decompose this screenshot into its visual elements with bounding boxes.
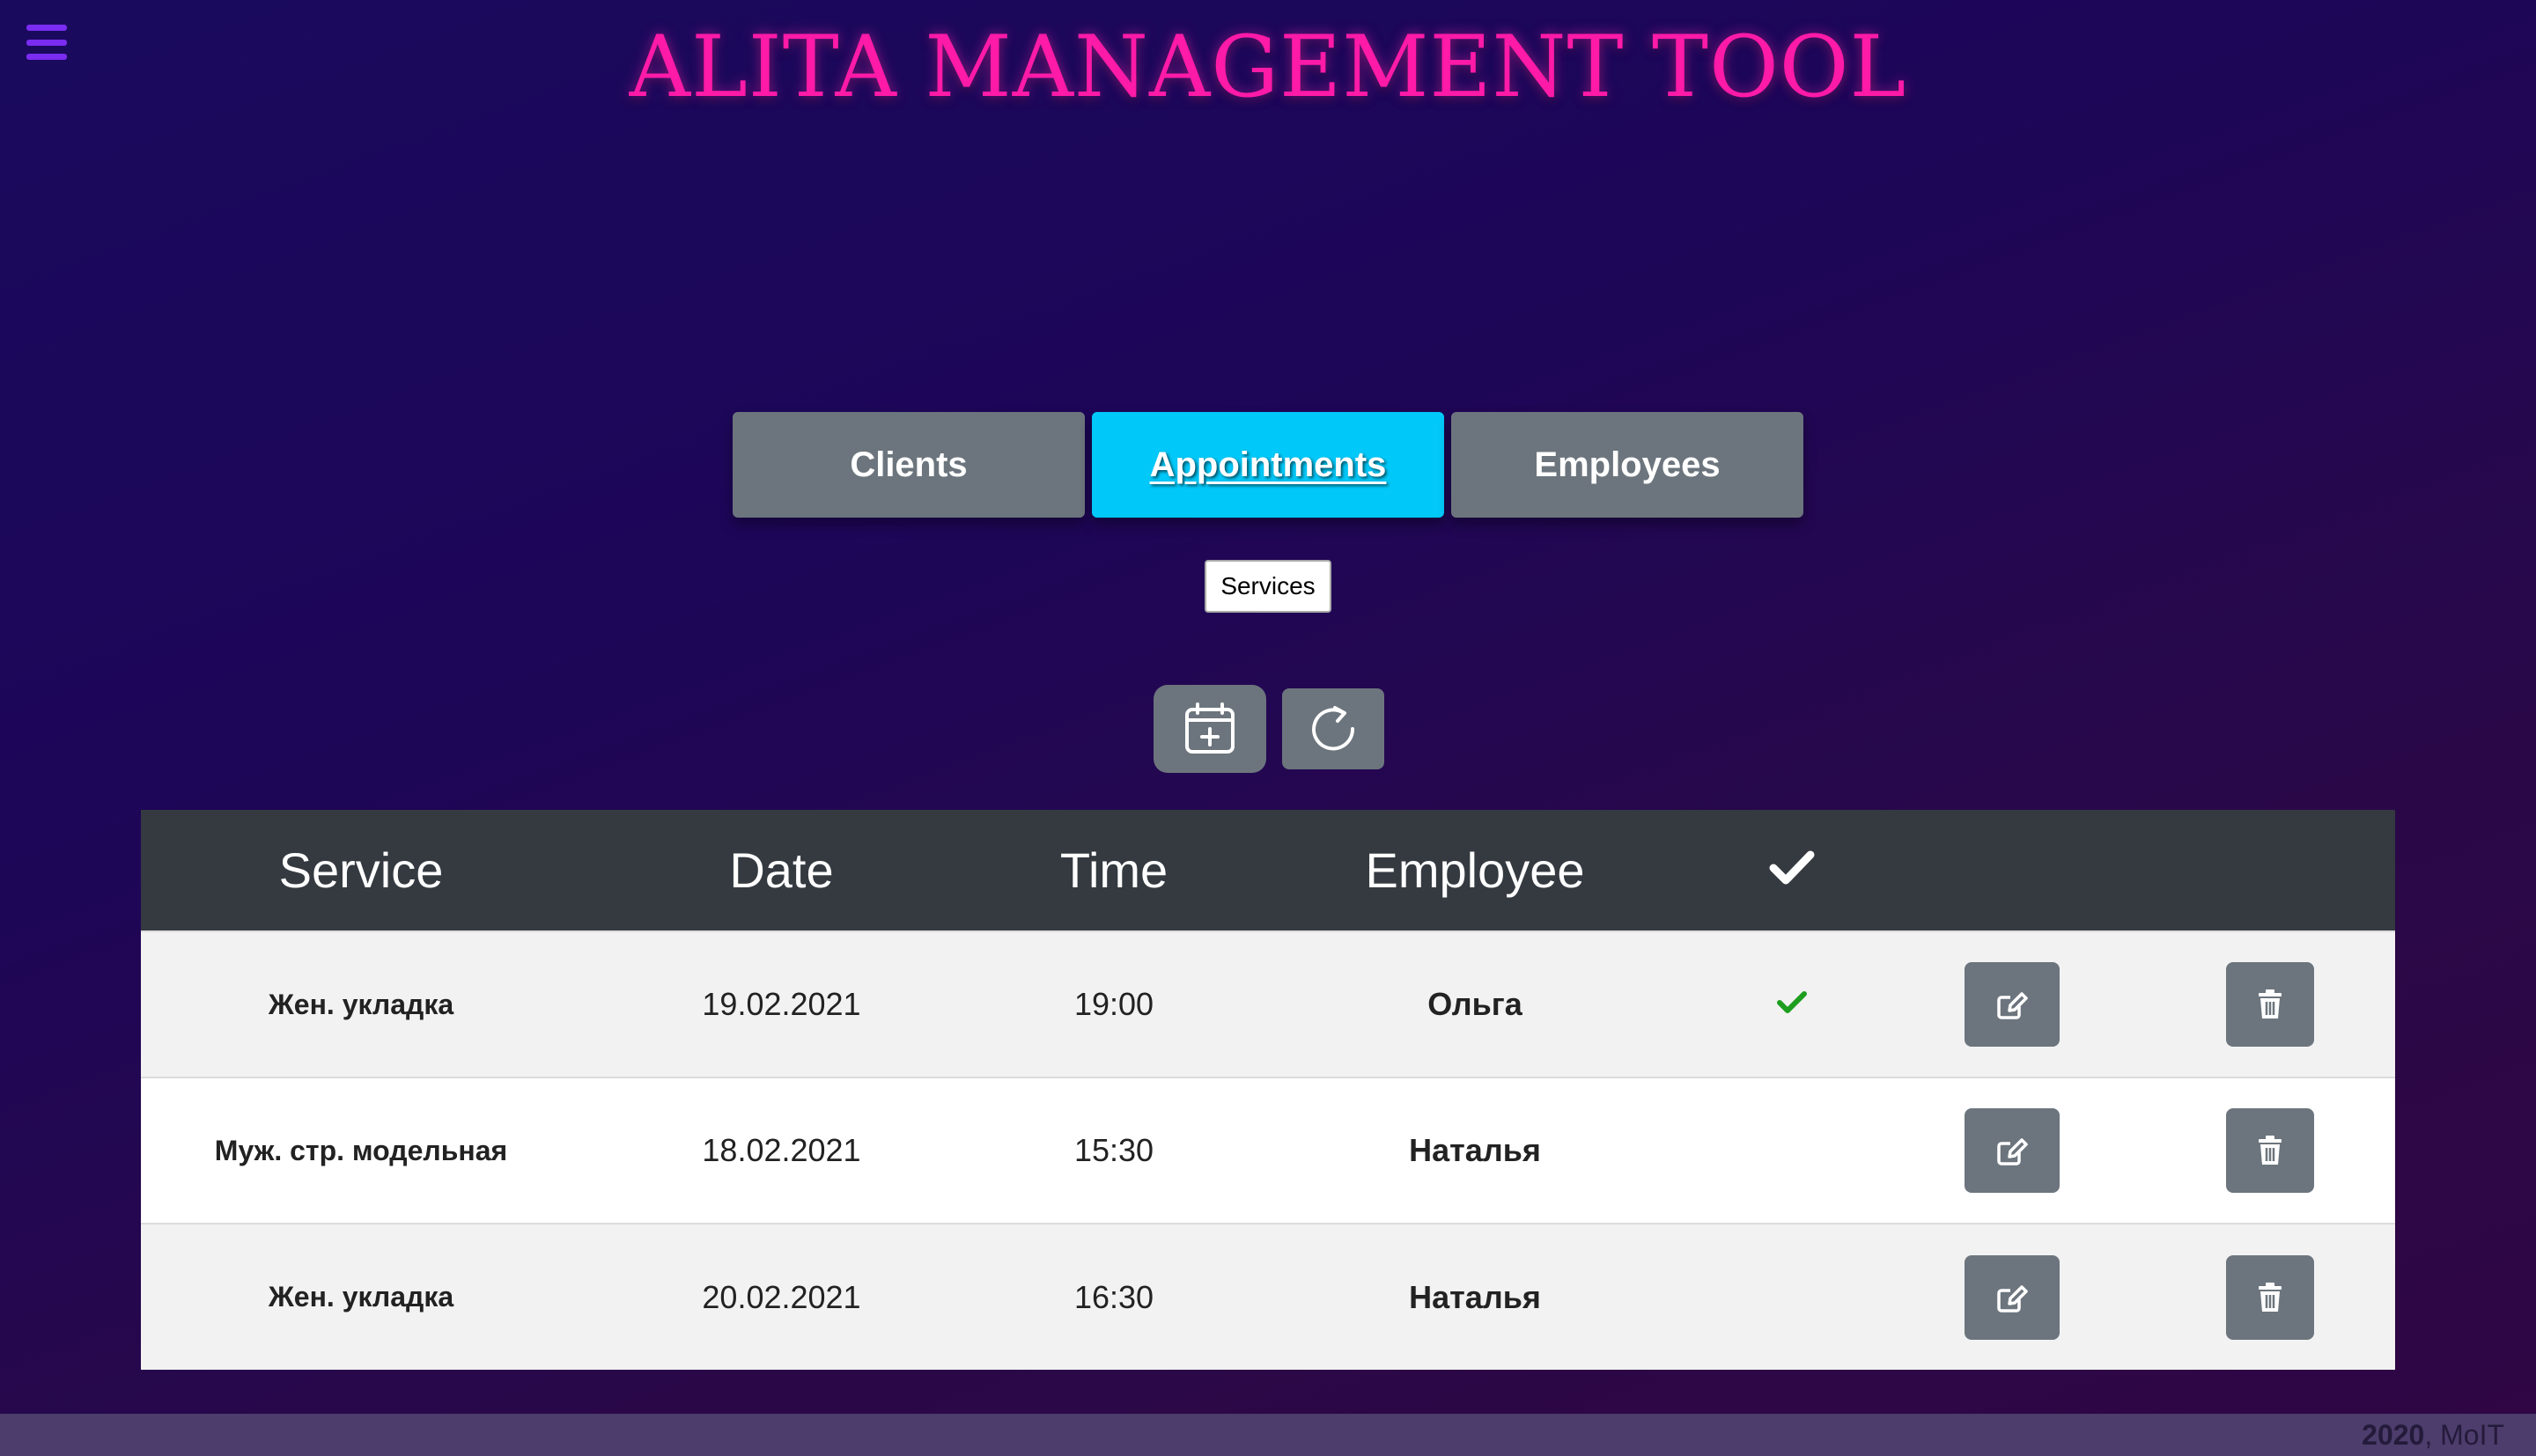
main-tabs: Clients Appointments Employees — [733, 412, 1803, 518]
tab-clients[interactable]: Clients — [733, 412, 1085, 518]
cell-edit — [1880, 930, 2144, 1077]
table-row[interactable]: Муж. стр. модельная 18.02.2021 15:30 Нат… — [141, 1077, 2395, 1224]
delete-button[interactable] — [2225, 1108, 2314, 1193]
column-header-service[interactable]: Service — [141, 810, 581, 931]
table-row[interactable]: Жен. укладка 20.02.2021 16:30 Наталья — [141, 1223, 2395, 1370]
cell-time: 19:00 — [982, 930, 1246, 1077]
tab-appointments[interactable]: Appointments — [1092, 412, 1444, 518]
edit-icon — [1997, 992, 2028, 1019]
cell-employee: Наталья — [1246, 1077, 1704, 1224]
cell-edit — [1880, 1077, 2144, 1224]
column-header-delete — [2144, 810, 2395, 931]
table-row[interactable]: Жен. укладка 19.02.2021 19:00 Ольга — [141, 930, 2395, 1077]
cell-date: 18.02.2021 — [581, 1077, 982, 1224]
cell-service: Жен. укладка — [141, 1223, 581, 1370]
column-header-employee[interactable]: Employee — [1246, 810, 1704, 931]
column-header-done[interactable] — [1704, 810, 1880, 931]
delete-button[interactable] — [2225, 962, 2314, 1047]
cell-time: 16:30 — [982, 1223, 1246, 1370]
tab-employees[interactable]: Employees — [1451, 412, 1803, 518]
refresh-icon — [1312, 706, 1355, 751]
column-header-edit — [1880, 810, 2144, 931]
delete-button[interactable] — [2225, 1254, 2314, 1340]
cell-date: 19.02.2021 — [581, 930, 982, 1077]
cell-done — [1704, 1223, 1880, 1370]
edit-button[interactable] — [1965, 1254, 2060, 1340]
cell-done — [1704, 930, 1880, 1077]
services-tooltip: Services — [1205, 560, 1331, 613]
cell-employee: Ольга — [1246, 930, 1704, 1077]
column-header-time[interactable]: Time — [982, 810, 1246, 931]
cell-service: Муж. стр. модельная — [141, 1077, 581, 1224]
edit-button[interactable] — [1965, 1108, 2060, 1193]
add-appointment-button[interactable] — [1154, 685, 1266, 773]
edit-button[interactable] — [1965, 962, 2060, 1047]
done-checkmark-icon — [1777, 991, 1807, 1013]
cell-time: 15:30 — [982, 1077, 1246, 1224]
table-header-row: Service Date Time Employee — [141, 810, 2395, 931]
trash-icon — [2258, 1282, 2282, 1312]
footer-author: , MoIT — [2424, 1418, 2504, 1451]
trash-icon — [2258, 989, 2282, 1018]
trash-icon — [2258, 1136, 2282, 1165]
footer-year: 2020 — [2362, 1418, 2425, 1451]
cell-employee: Наталья — [1246, 1223, 1704, 1370]
edit-icon — [1997, 1138, 2028, 1166]
cell-done — [1704, 1077, 1880, 1224]
cell-date: 20.02.2021 — [581, 1223, 982, 1370]
footer: 2020, MoIT — [0, 1414, 2536, 1456]
cell-edit — [1880, 1223, 2144, 1370]
appointments-table: Service Date Time Employee Жен. укладка … — [141, 810, 2395, 1370]
cell-delete — [2144, 930, 2395, 1077]
column-header-date[interactable]: Date — [581, 810, 982, 931]
edit-icon — [1997, 1284, 2028, 1313]
refresh-button[interactable] — [1282, 688, 1384, 769]
calendar-plus-icon — [1185, 702, 1235, 754]
cell-delete — [2144, 1223, 2395, 1370]
app-title: ALITA MANAGEMENT TOOL — [629, 18, 1907, 116]
checkmark-icon — [1769, 850, 1815, 885]
cell-delete — [2144, 1077, 2395, 1224]
cell-service: Жен. укладка — [141, 930, 581, 1077]
